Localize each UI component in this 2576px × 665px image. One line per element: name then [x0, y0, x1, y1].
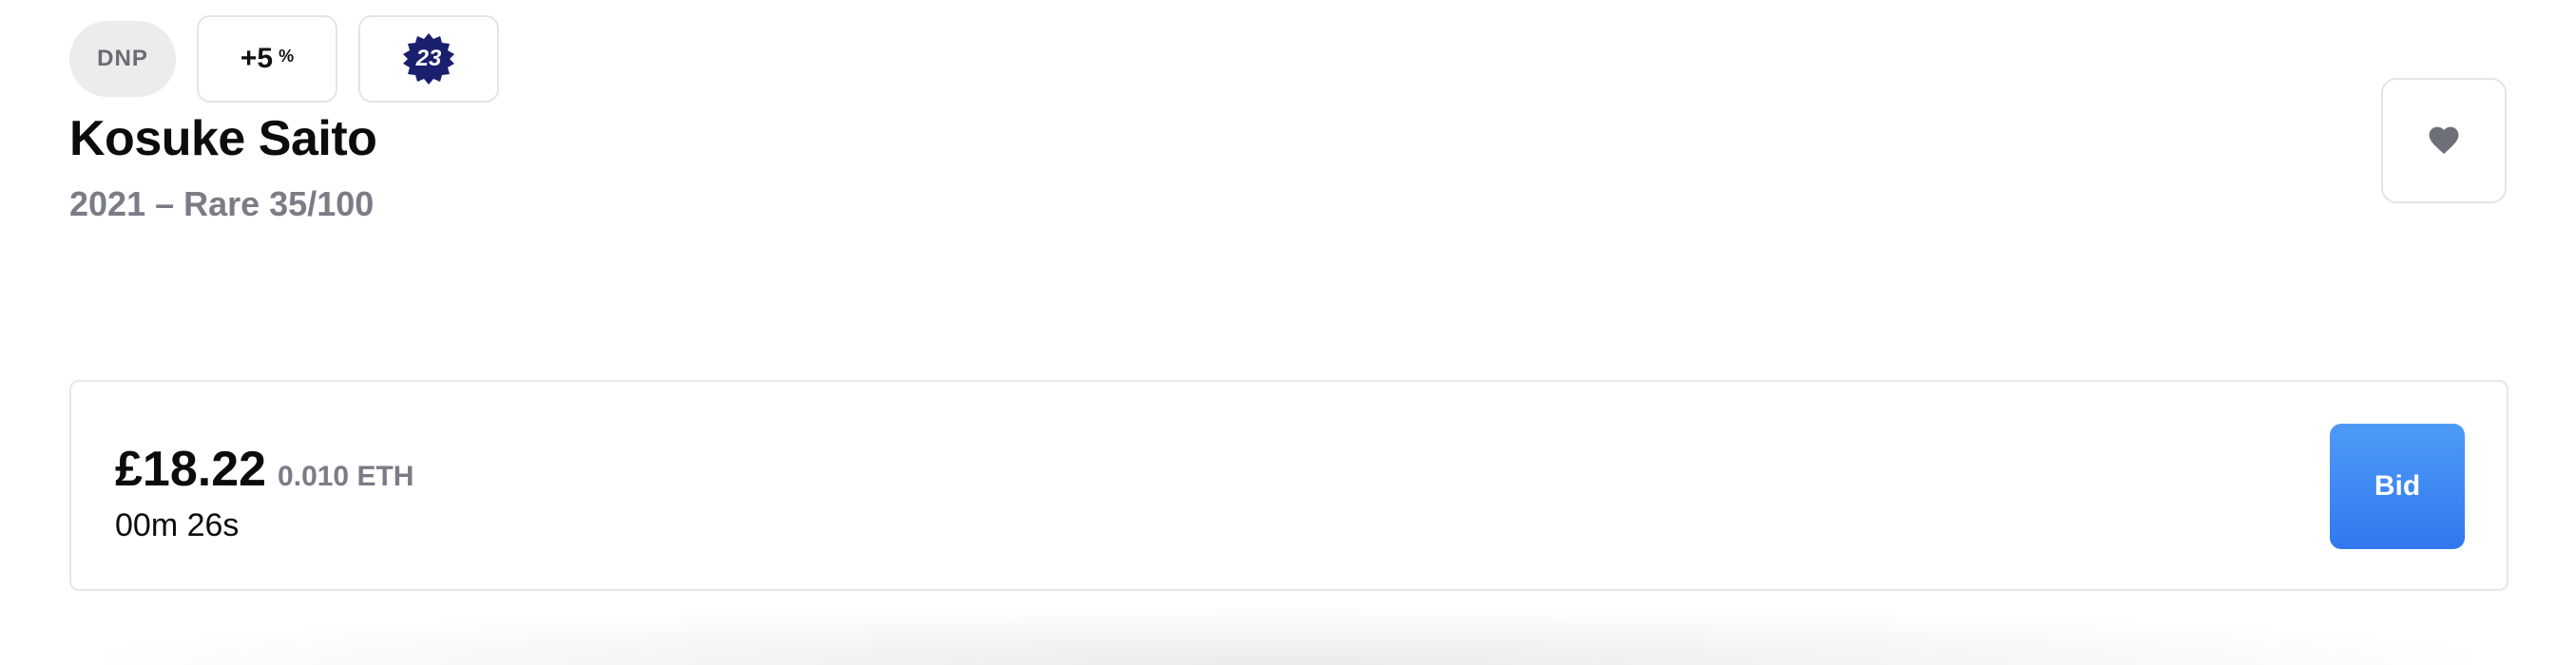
time-remaining: 00m 26s — [115, 507, 240, 543]
card-edition: 2021 – Rare 35/100 — [69, 184, 375, 223]
price-fiat: £18.22 — [115, 442, 267, 497]
card-shadow — [105, 608, 2471, 665]
price-row: £18.22 0.010 ETH — [115, 441, 413, 498]
jersey-number: 23 — [415, 46, 442, 71]
card-badges: DNP +5 % 23 — [69, 15, 499, 103]
jersey-seal-icon: 23 — [402, 32, 455, 86]
jersey-badge: 23 — [358, 15, 499, 103]
bonus-value: +5 — [240, 43, 274, 74]
price-eth: 0.010 ETH — [278, 461, 414, 492]
auction-panel: £18.22 0.010 ETH 00m 26s Bid — [69, 380, 2509, 591]
bonus-unit: % — [279, 47, 295, 66]
bonus-badge: +5 % — [197, 15, 337, 103]
status-badge: DNP — [69, 21, 176, 97]
player-name: Kosuke Saito — [69, 111, 377, 166]
favorite-button[interactable] — [2381, 78, 2507, 203]
bid-button[interactable]: Bid — [2330, 424, 2465, 549]
heart-icon — [2426, 123, 2462, 160]
status-badge-label: DNP — [97, 46, 148, 71]
